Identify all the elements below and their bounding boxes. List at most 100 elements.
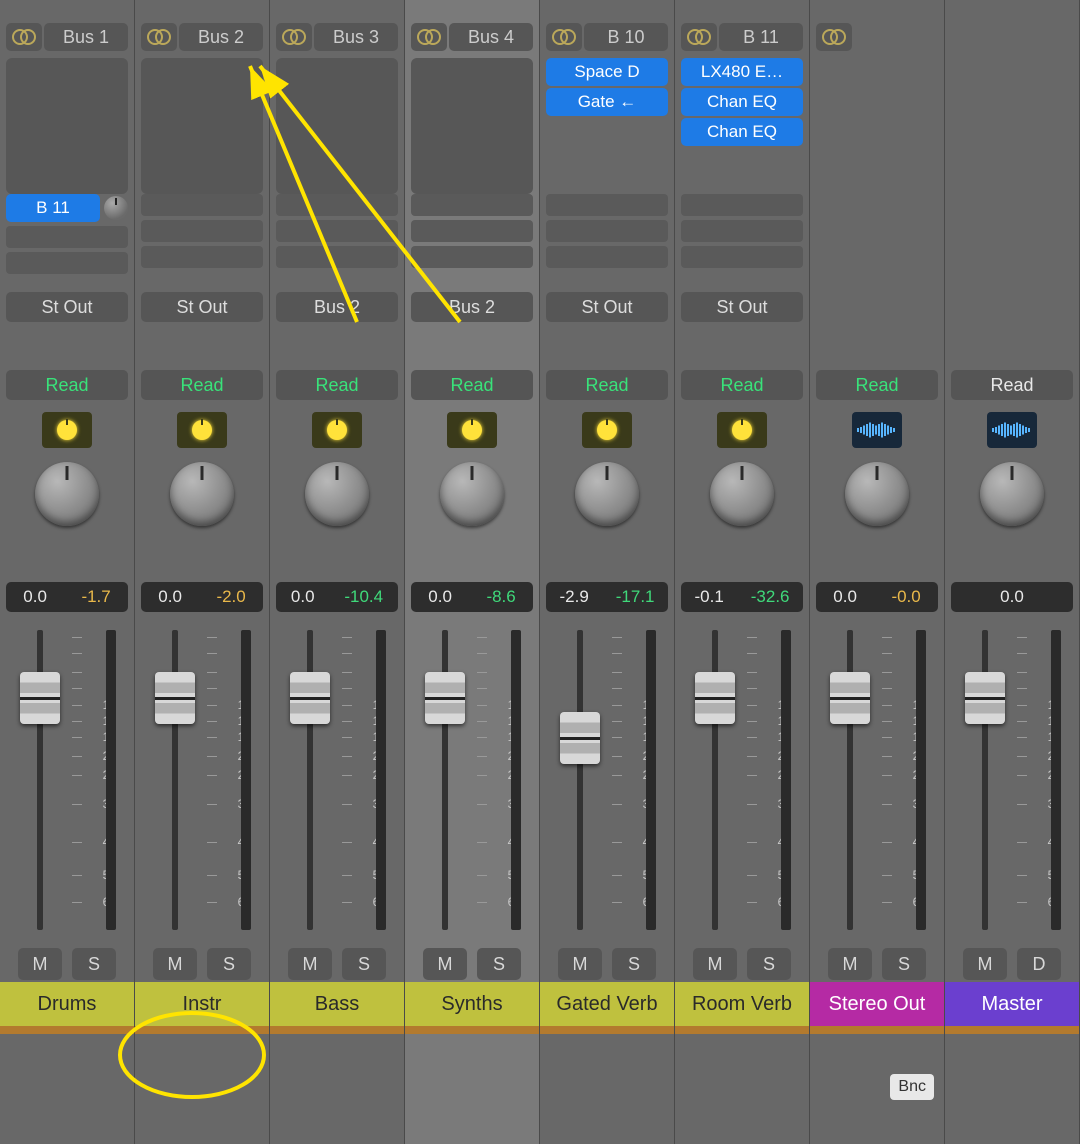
mute-button[interactable]: M — [423, 948, 467, 980]
solo-button[interactable]: D — [1017, 948, 1061, 980]
output-selector[interactable]: Bus 2 — [411, 292, 533, 322]
pan-knob[interactable] — [35, 462, 99, 526]
mute-button[interactable]: M — [558, 948, 602, 980]
fader-track[interactable] — [695, 630, 735, 930]
stereo-mode-button[interactable] — [141, 23, 177, 51]
inserts-slot[interactable] — [816, 58, 938, 194]
inserts-slot[interactable]: LX480 E…Chan EQChan EQ — [681, 58, 803, 194]
solo-button[interactable]: S — [342, 948, 386, 980]
output-selector[interactable]: St Out — [141, 292, 263, 322]
pan-knob[interactable] — [170, 462, 234, 526]
mute-button[interactable]: M — [153, 948, 197, 980]
pan-knob[interactable] — [440, 462, 504, 526]
track-name[interactable]: Synths — [405, 982, 539, 1026]
inserts-slot[interactable] — [411, 58, 533, 194]
send-empty-slot[interactable] — [141, 220, 263, 242]
send-empty-slot[interactable] — [411, 220, 533, 242]
automation-mode[interactable]: Read — [951, 370, 1073, 400]
send-empty-slot[interactable] — [6, 252, 128, 274]
channel-strip[interactable]: B 11LX480 E…Chan EQChan EQSt OutRead-0.1… — [675, 0, 810, 1144]
fader-track[interactable] — [560, 630, 600, 930]
send-level-knob[interactable] — [104, 196, 128, 220]
stereo-mode-button[interactable] — [546, 23, 582, 51]
pan-mode-button[interactable] — [447, 412, 497, 448]
solo-button[interactable]: S — [477, 948, 521, 980]
fader-cap[interactable] — [20, 672, 60, 724]
input-bus-selector[interactable]: Bus 4 — [449, 23, 533, 51]
track-name[interactable]: Stereo Out — [810, 982, 944, 1026]
output-selector[interactable]: St Out — [546, 292, 668, 322]
bounce-button[interactable]: Bnc — [890, 1074, 934, 1100]
plugin-insert[interactable]: Chan EQ — [681, 88, 803, 116]
channel-strip[interactable]: B 10Space DGate ←St OutRead-2.9-17.10369… — [540, 0, 675, 1144]
track-name[interactable]: Bass — [270, 982, 404, 1026]
track-name[interactable]: Drums — [0, 982, 134, 1026]
track-name[interactable]: Master — [945, 982, 1079, 1026]
input-bus-selector[interactable]: B 10 — [584, 23, 668, 51]
pan-mode-button[interactable] — [42, 412, 92, 448]
track-name[interactable]: Gated Verb — [540, 982, 674, 1026]
track-name[interactable]: Room Verb — [675, 982, 809, 1026]
output-selector[interactable]: St Out — [6, 292, 128, 322]
input-bus-selector[interactable]: Bus 3 — [314, 23, 398, 51]
pan-knob[interactable] — [980, 462, 1044, 526]
fader-cap[interactable] — [830, 672, 870, 724]
fader-cap[interactable] — [155, 672, 195, 724]
channel-strip[interactable]: Read0.0-0.00369121518212430405060BncMSSt… — [810, 0, 945, 1144]
plugin-insert[interactable]: Gate ← — [546, 88, 668, 116]
send-empty-slot[interactable] — [141, 194, 263, 216]
automation-mode[interactable]: Read — [6, 370, 128, 400]
stereo-mode-button[interactable] — [411, 23, 447, 51]
plugin-insert[interactable]: Space D — [546, 58, 668, 86]
mute-button[interactable]: M — [18, 948, 62, 980]
send-empty-slot[interactable] — [276, 194, 398, 216]
send-empty-slot[interactable] — [411, 246, 533, 268]
output-selector[interactable]: St Out — [681, 292, 803, 322]
fader-track[interactable] — [20, 630, 60, 930]
inserts-slot[interactable]: Space DGate ← — [546, 58, 668, 194]
fader-cap[interactable] — [560, 712, 600, 764]
channel-strip[interactable]: Bus 4Bus 2Read0.0-8.60369121518212430405… — [405, 0, 540, 1144]
send-empty-slot[interactable] — [546, 194, 668, 216]
fader-track[interactable] — [830, 630, 870, 930]
plugin-insert[interactable]: Chan EQ — [681, 118, 803, 146]
stereo-mode-button[interactable] — [6, 23, 42, 51]
pan-knob[interactable] — [305, 462, 369, 526]
input-bus-selector[interactable]: Bus 1 — [44, 23, 128, 51]
fader-track[interactable] — [290, 630, 330, 930]
solo-button[interactable]: S — [72, 948, 116, 980]
automation-mode[interactable]: Read — [276, 370, 398, 400]
pan-knob[interactable] — [575, 462, 639, 526]
track-name[interactable]: Instr — [135, 982, 269, 1026]
inserts-slot[interactable] — [951, 58, 1073, 194]
fader-track[interactable] — [155, 630, 195, 930]
automation-mode[interactable]: Read — [411, 370, 533, 400]
pan-knob[interactable] — [845, 462, 909, 526]
solo-button[interactable]: S — [747, 948, 791, 980]
inserts-slot[interactable] — [141, 58, 263, 194]
solo-button[interactable]: S — [882, 948, 926, 980]
send-empty-slot[interactable] — [681, 220, 803, 242]
output-selector[interactable]: Bus 2 — [276, 292, 398, 322]
input-bus-selector[interactable]: Bus 2 — [179, 23, 263, 51]
meter-mode-button[interactable] — [987, 412, 1037, 448]
channel-strip[interactable]: Bus 2St OutRead0.0-2.0036912151821243040… — [135, 0, 270, 1144]
send-empty-slot[interactable] — [546, 246, 668, 268]
send-empty-slot[interactable] — [546, 220, 668, 242]
channel-strip[interactable]: Bus 1B 11St OutRead0.0-1.703691215182124… — [0, 0, 135, 1144]
mute-button[interactable]: M — [828, 948, 872, 980]
inserts-slot[interactable] — [6, 58, 128, 194]
fader-track[interactable] — [965, 630, 1005, 930]
channel-strip[interactable]: Read0.00369121518212430405060MDMaster — [945, 0, 1080, 1144]
stereo-mode-button[interactable] — [816, 23, 852, 51]
fader-cap[interactable] — [965, 672, 1005, 724]
fader-cap[interactable] — [425, 672, 465, 724]
send-empty-slot[interactable] — [276, 220, 398, 242]
mute-button[interactable]: M — [288, 948, 332, 980]
automation-mode[interactable]: Read — [546, 370, 668, 400]
automation-mode[interactable]: Read — [141, 370, 263, 400]
send-empty-slot[interactable] — [411, 194, 533, 216]
inserts-slot[interactable] — [276, 58, 398, 194]
solo-button[interactable]: S — [207, 948, 251, 980]
pan-knob[interactable] — [710, 462, 774, 526]
